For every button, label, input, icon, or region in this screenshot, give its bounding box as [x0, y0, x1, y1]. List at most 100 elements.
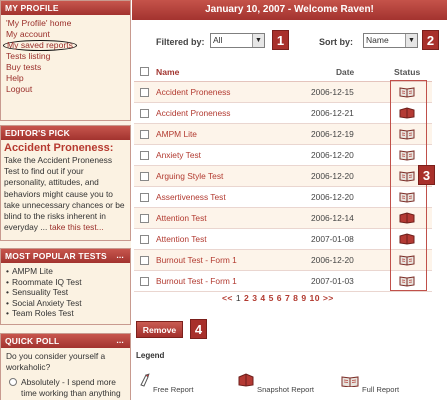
pager-page[interactable]: 9	[301, 293, 306, 303]
quick-poll-box: QUICK POLL ... Do you consider yourself …	[0, 333, 131, 400]
poll-option[interactable]: Absolutely - I spend more time working t…	[1, 373, 130, 399]
popular-test-item[interactable]: Roommate IQ Test	[6, 277, 125, 288]
popular-tests-list: AMPM Lite Roommate IQ Test Sensuality Te…	[1, 263, 130, 322]
pager-page[interactable]: 7	[285, 293, 290, 303]
sort-select[interactable]: Name ▼	[363, 33, 418, 48]
pager-next[interactable]: >>	[323, 293, 334, 303]
menu-item-tests-listing[interactable]: Tests listing	[6, 51, 125, 62]
report-date: 2006-12-15	[311, 87, 354, 97]
row-checkbox[interactable]	[140, 277, 149, 286]
row-checkbox[interactable]	[140, 151, 149, 160]
take-test-link[interactable]: take this test...	[50, 222, 104, 232]
free-report-icon	[140, 373, 150, 387]
menu-item-saved-reports[interactable]: My saved reports	[3, 39, 125, 51]
menu-item-logout[interactable]: Logout	[6, 84, 125, 95]
table-body: Accident Proneness 2006-12-15 Accident Pro…	[134, 82, 432, 292]
editors-pick-box: EDITOR'S PICK Accident Proneness: Take t…	[0, 125, 131, 241]
pager-prev[interactable]: <<	[222, 293, 233, 303]
report-date: 2006-12-20	[311, 255, 354, 265]
callout-3: 3	[418, 165, 435, 185]
full-report-icon	[341, 376, 359, 387]
menu-item-buy-tests[interactable]: Buy tests	[6, 62, 125, 73]
editors-pick-heading[interactable]: Accident Proneness:	[1, 140, 130, 155]
pager-page[interactable]: 1	[236, 293, 241, 303]
column-header-date: Date	[336, 67, 355, 77]
legend-snapshot-report: Snapshot Report	[257, 385, 314, 394]
table-row: Accident Proneness 2006-12-21	[134, 103, 432, 124]
table-row: Burnout Test - Form 1 2007-01-03	[134, 271, 432, 292]
table-row: Arguing Style Test 2006-12-20	[134, 166, 432, 187]
report-date: 2007-01-08	[311, 234, 354, 244]
legend-title: Legend	[136, 351, 165, 360]
report-date: 2006-12-20	[311, 150, 354, 160]
popular-test-item[interactable]: Social Anxiety Test	[6, 298, 125, 309]
filter-select[interactable]: All ▼	[210, 33, 265, 48]
column-header-status: Status	[394, 67, 421, 77]
filter-label: Filtered by:	[156, 37, 205, 47]
popular-tests-header: MOST POPULAR TESTS ...	[1, 249, 130, 263]
pager-page[interactable]: 3	[252, 293, 257, 303]
report-name-link[interactable]: Accident Proneness	[156, 108, 231, 118]
row-checkbox[interactable]	[140, 256, 149, 265]
report-name-link[interactable]: Assertiveness Test	[156, 192, 226, 202]
select-all-checkbox[interactable]	[140, 67, 149, 76]
report-name-link[interactable]: Burnout Test - Form 1	[156, 255, 237, 265]
profile-menu: 'My Profile' home My account My saved re…	[1, 15, 130, 97]
my-profile-box: MY PROFILE 'My Profile' home My account …	[0, 0, 131, 121]
report-name-link[interactable]: Accident Proneness	[156, 87, 231, 97]
quick-poll-header: QUICK POLL ...	[1, 334, 130, 348]
row-checkbox[interactable]	[140, 214, 149, 223]
column-header-name[interactable]: Name	[156, 67, 179, 77]
poll-question: Do you consider yourself a workaholic?	[6, 351, 106, 372]
legend-full-report: Full Report	[362, 385, 400, 394]
chevron-down-icon: ▼	[405, 34, 417, 47]
pager-page[interactable]: 5	[269, 293, 274, 303]
pager-page[interactable]: 6	[277, 293, 282, 303]
snapshot-report-icon	[238, 373, 254, 387]
pager-page[interactable]: 4	[260, 293, 265, 303]
row-checkbox[interactable]	[140, 172, 149, 181]
report-name-link[interactable]: Attention Test	[156, 234, 207, 244]
pager-page[interactable]: 10	[310, 293, 320, 303]
popular-tests-more[interactable]: ...	[116, 248, 124, 262]
report-date: 2007-01-03	[311, 276, 354, 286]
pager-page[interactable]: 8	[293, 293, 298, 303]
callout-4: 4	[190, 319, 207, 339]
popular-test-item[interactable]: AMPM Lite	[6, 266, 125, 277]
remove-button[interactable]: Remove	[136, 321, 183, 338]
report-name-link[interactable]: AMPM Lite	[156, 129, 197, 139]
report-name-link[interactable]: Anxiety Test	[156, 150, 201, 160]
menu-item-my-account[interactable]: My account	[6, 29, 125, 40]
table-row: Anxiety Test 2006-12-20	[134, 145, 432, 166]
welcome-bar: January 10, 2007 - Welcome Raven!	[132, 0, 447, 20]
table-row: Attention Test 2007-01-08	[134, 229, 432, 250]
report-date: 2006-12-21	[311, 108, 354, 118]
row-checkbox[interactable]	[140, 130, 149, 139]
row-checkbox[interactable]	[140, 109, 149, 118]
popular-tests-title: MOST POPULAR TESTS	[5, 251, 107, 261]
table-row: Accident Proneness 2006-12-15	[134, 82, 432, 103]
menu-item-help[interactable]: Help	[6, 73, 125, 84]
menu-item-profile-home[interactable]: 'My Profile' home	[6, 18, 125, 29]
quick-poll-more[interactable]: ...	[116, 333, 124, 347]
report-name-link[interactable]: Attention Test	[156, 213, 207, 223]
row-checkbox[interactable]	[140, 193, 149, 202]
poll-option-radio[interactable]	[9, 378, 17, 386]
saved-reports-table: Name Date Status Accident Proneness 2006-…	[134, 62, 432, 292]
callout-2: 2	[422, 30, 439, 50]
pager-page[interactable]: 2	[244, 293, 249, 303]
filter-bar: Filtered by: All ▼ 1 Sort by: Name ▼ 2	[132, 20, 447, 60]
chevron-down-icon: ▼	[252, 34, 264, 47]
row-checkbox[interactable]	[140, 235, 149, 244]
popular-test-item[interactable]: Team Roles Test	[6, 308, 125, 319]
report-name-link[interactable]: Arguing Style Test	[156, 171, 223, 181]
row-checkbox[interactable]	[140, 88, 149, 97]
report-date: 2006-12-14	[311, 213, 354, 223]
status-highlight	[390, 80, 427, 291]
report-name-link[interactable]: Burnout Test - Form 1	[156, 276, 237, 286]
table-row: AMPM Lite 2006-12-19	[134, 124, 432, 145]
popular-test-item[interactable]: Sensuality Test	[6, 287, 125, 298]
popular-tests-box: MOST POPULAR TESTS ... AMPM Lite Roommat…	[0, 248, 131, 325]
sort-select-value: Name	[366, 35, 389, 45]
menu-item-saved-reports-label[interactable]: My saved reports	[3, 39, 77, 51]
